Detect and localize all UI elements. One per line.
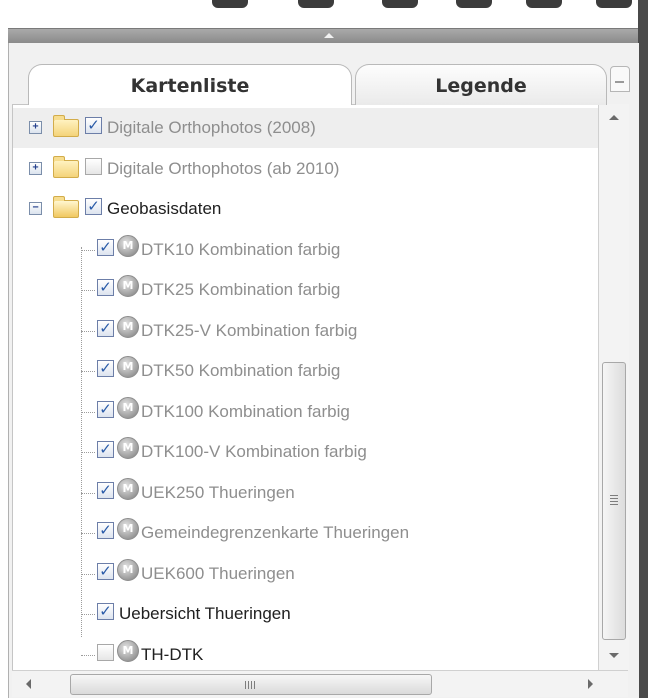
collapse-up-icon[interactable] — [324, 33, 334, 38]
layer-tree-row[interactable]: ✓ M UEK600 Thueringen — [13, 554, 599, 594]
layer-label[interactable]: DTK100 Kombination farbig — [141, 402, 350, 422]
layer-label[interactable]: DTK10 Kombination farbig — [141, 240, 340, 260]
layer-tree-row[interactable]: M TH-DTK — [13, 635, 599, 672]
toolbar-edge-1 — [212, 0, 248, 8]
map-service-icon: M — [117, 518, 139, 540]
layer-tree-row[interactable]: + Digitale Orthophotos (ab 2010) — [13, 149, 599, 189]
layer-checkbox-checked[interactable]: ✓ — [97, 562, 114, 580]
layer-tree-row[interactable]: + ✓ Digitale Orthophotos (2008) — [13, 108, 599, 148]
grip-icon — [245, 681, 255, 689]
folder-open-icon — [53, 196, 79, 218]
toolbar-edge-6 — [596, 0, 632, 8]
layer-tree-row[interactable]: ✓ M DTK25 Kombination farbig — [13, 270, 599, 310]
tree-connector-line — [81, 492, 95, 494]
tree-connector-line — [81, 249, 95, 251]
layer-checkbox-checked[interactable]: ✓ — [97, 360, 114, 377]
scroll-up-button[interactable] — [599, 104, 629, 130]
layer-label[interactable]: DTK25-V Kombination farbig — [141, 321, 357, 341]
layer-label[interactable]: DTK25 Kombination farbig — [141, 280, 340, 300]
tree-connector-line — [81, 411, 95, 413]
layer-label[interactable]: Geobasisdaten — [107, 199, 221, 219]
toolbar-edge-2 — [298, 0, 334, 8]
tree-connector-line — [81, 452, 95, 453]
layer-tree-row[interactable]: − ✓ Geobasisdaten — [13, 189, 599, 229]
minimize-panel-button[interactable] — [610, 66, 630, 92]
scroll-right-button[interactable] — [588, 679, 593, 689]
layer-label[interactable]: UEK600 Thueringen — [141, 564, 295, 584]
layer-checkbox-checked[interactable]: ✓ — [97, 522, 114, 539]
toolbar-edge-3 — [382, 0, 418, 8]
tree-connector-line — [81, 371, 95, 372]
tree-connector-line — [81, 330, 95, 332]
layer-tree-row[interactable]: ✓ M DTK50 Kombination farbig — [13, 351, 599, 391]
tree-connector-line — [81, 573, 95, 575]
panel-splitter[interactable] — [8, 28, 638, 44]
map-service-icon: M — [117, 234, 139, 257]
layer-tree-row[interactable]: ✓ M Gemeindegrenzenkarte Thueringen — [13, 513, 599, 553]
layer-tree: + ✓ Digitale Orthophotos (2008) + Digitale O… — [12, 104, 600, 672]
layer-label[interactable]: TH-DTK — [141, 645, 203, 665]
tab-kartenliste[interactable]: Kartenliste — [28, 64, 352, 105]
layer-checkbox-checked[interactable]: ✓ — [97, 400, 114, 418]
map-service-icon: M — [117, 396, 139, 419]
scroll-down-button[interactable] — [599, 644, 629, 670]
map-service-icon: M — [117, 437, 139, 459]
toolbar-edge-4 — [456, 0, 492, 8]
folder-icon — [53, 115, 79, 137]
tree-connector-line — [81, 533, 95, 534]
vertical-scroll-thumb[interactable] — [602, 362, 626, 640]
layer-label[interactable]: Uebersicht Thueringen — [119, 604, 291, 624]
layer-tree-row[interactable]: ✓ M DTK10 Kombination farbig — [13, 230, 599, 270]
layer-checkbox-checked[interactable]: ✓ — [85, 198, 102, 215]
layer-label[interactable]: DTK50 Kombination farbig — [141, 361, 340, 381]
horizontal-scrollbar[interactable] — [12, 670, 628, 697]
window-edge — [638, 0, 648, 698]
layer-checkbox-checked[interactable]: ✓ — [97, 481, 114, 499]
map-service-icon: M — [117, 477, 139, 500]
folder-icon — [53, 155, 79, 178]
layer-checkbox-unchecked[interactable] — [85, 157, 102, 175]
tree-connector-line — [81, 290, 95, 291]
layer-tree-row[interactable]: ✓ M DTK100 Kombination farbig — [13, 392, 599, 432]
layer-checkbox-checked[interactable]: ✓ — [97, 238, 114, 256]
layer-label[interactable]: Gemeindegrenzenkarte Thueringen — [141, 523, 409, 543]
grip-icon — [610, 495, 618, 505]
layer-tree-row[interactable]: ✓ M DTK25-V Kombination farbig — [13, 311, 599, 351]
map-service-icon: M — [117, 558, 139, 581]
scroll-left-button[interactable] — [26, 679, 31, 689]
tree-connector-line — [81, 654, 95, 656]
expand-icon[interactable]: + — [29, 161, 42, 175]
toolbar-edge-5 — [526, 0, 562, 8]
layer-checkbox-checked[interactable]: ✓ — [97, 441, 114, 458]
layer-label[interactable]: Digitale Orthophotos (2008) — [107, 118, 316, 138]
map-service-icon: M — [117, 639, 139, 662]
map-service-icon: M — [117, 275, 139, 297]
layer-checkbox-checked[interactable]: ✓ — [97, 603, 114, 620]
layer-label[interactable]: UEK250 Thueringen — [141, 483, 295, 503]
layer-checkbox-checked[interactable]: ✓ — [85, 117, 102, 134]
tree-connector-line — [81, 614, 95, 615]
map-service-icon: M — [117, 315, 139, 338]
layer-checkbox-checked[interactable]: ✓ — [97, 279, 114, 296]
layer-label[interactable]: Digitale Orthophotos (ab 2010) — [107, 159, 339, 179]
layer-checkbox-checked[interactable]: ✓ — [97, 319, 114, 337]
map-toolbar-fragment — [0, 0, 648, 28]
layer-tree-row[interactable]: ✓ M UEK250 Thueringen — [13, 473, 599, 513]
tab-legende[interactable]: Legende — [355, 64, 607, 105]
layer-tree-row[interactable]: ✓ Uebersicht Thueringen — [13, 594, 599, 634]
layer-label[interactable]: DTK100-V Kombination farbig — [141, 442, 367, 462]
layer-tree-row[interactable]: ✓ M DTK100-V Kombination farbig — [13, 432, 599, 472]
map-service-icon: M — [117, 356, 139, 378]
horizontal-scroll-thumb[interactable] — [70, 674, 432, 695]
vertical-scrollbar[interactable] — [598, 104, 629, 670]
layer-checkbox-unchecked[interactable] — [97, 643, 114, 661]
expand-icon[interactable]: + — [29, 121, 42, 134]
collapse-icon[interactable]: − — [29, 202, 42, 215]
